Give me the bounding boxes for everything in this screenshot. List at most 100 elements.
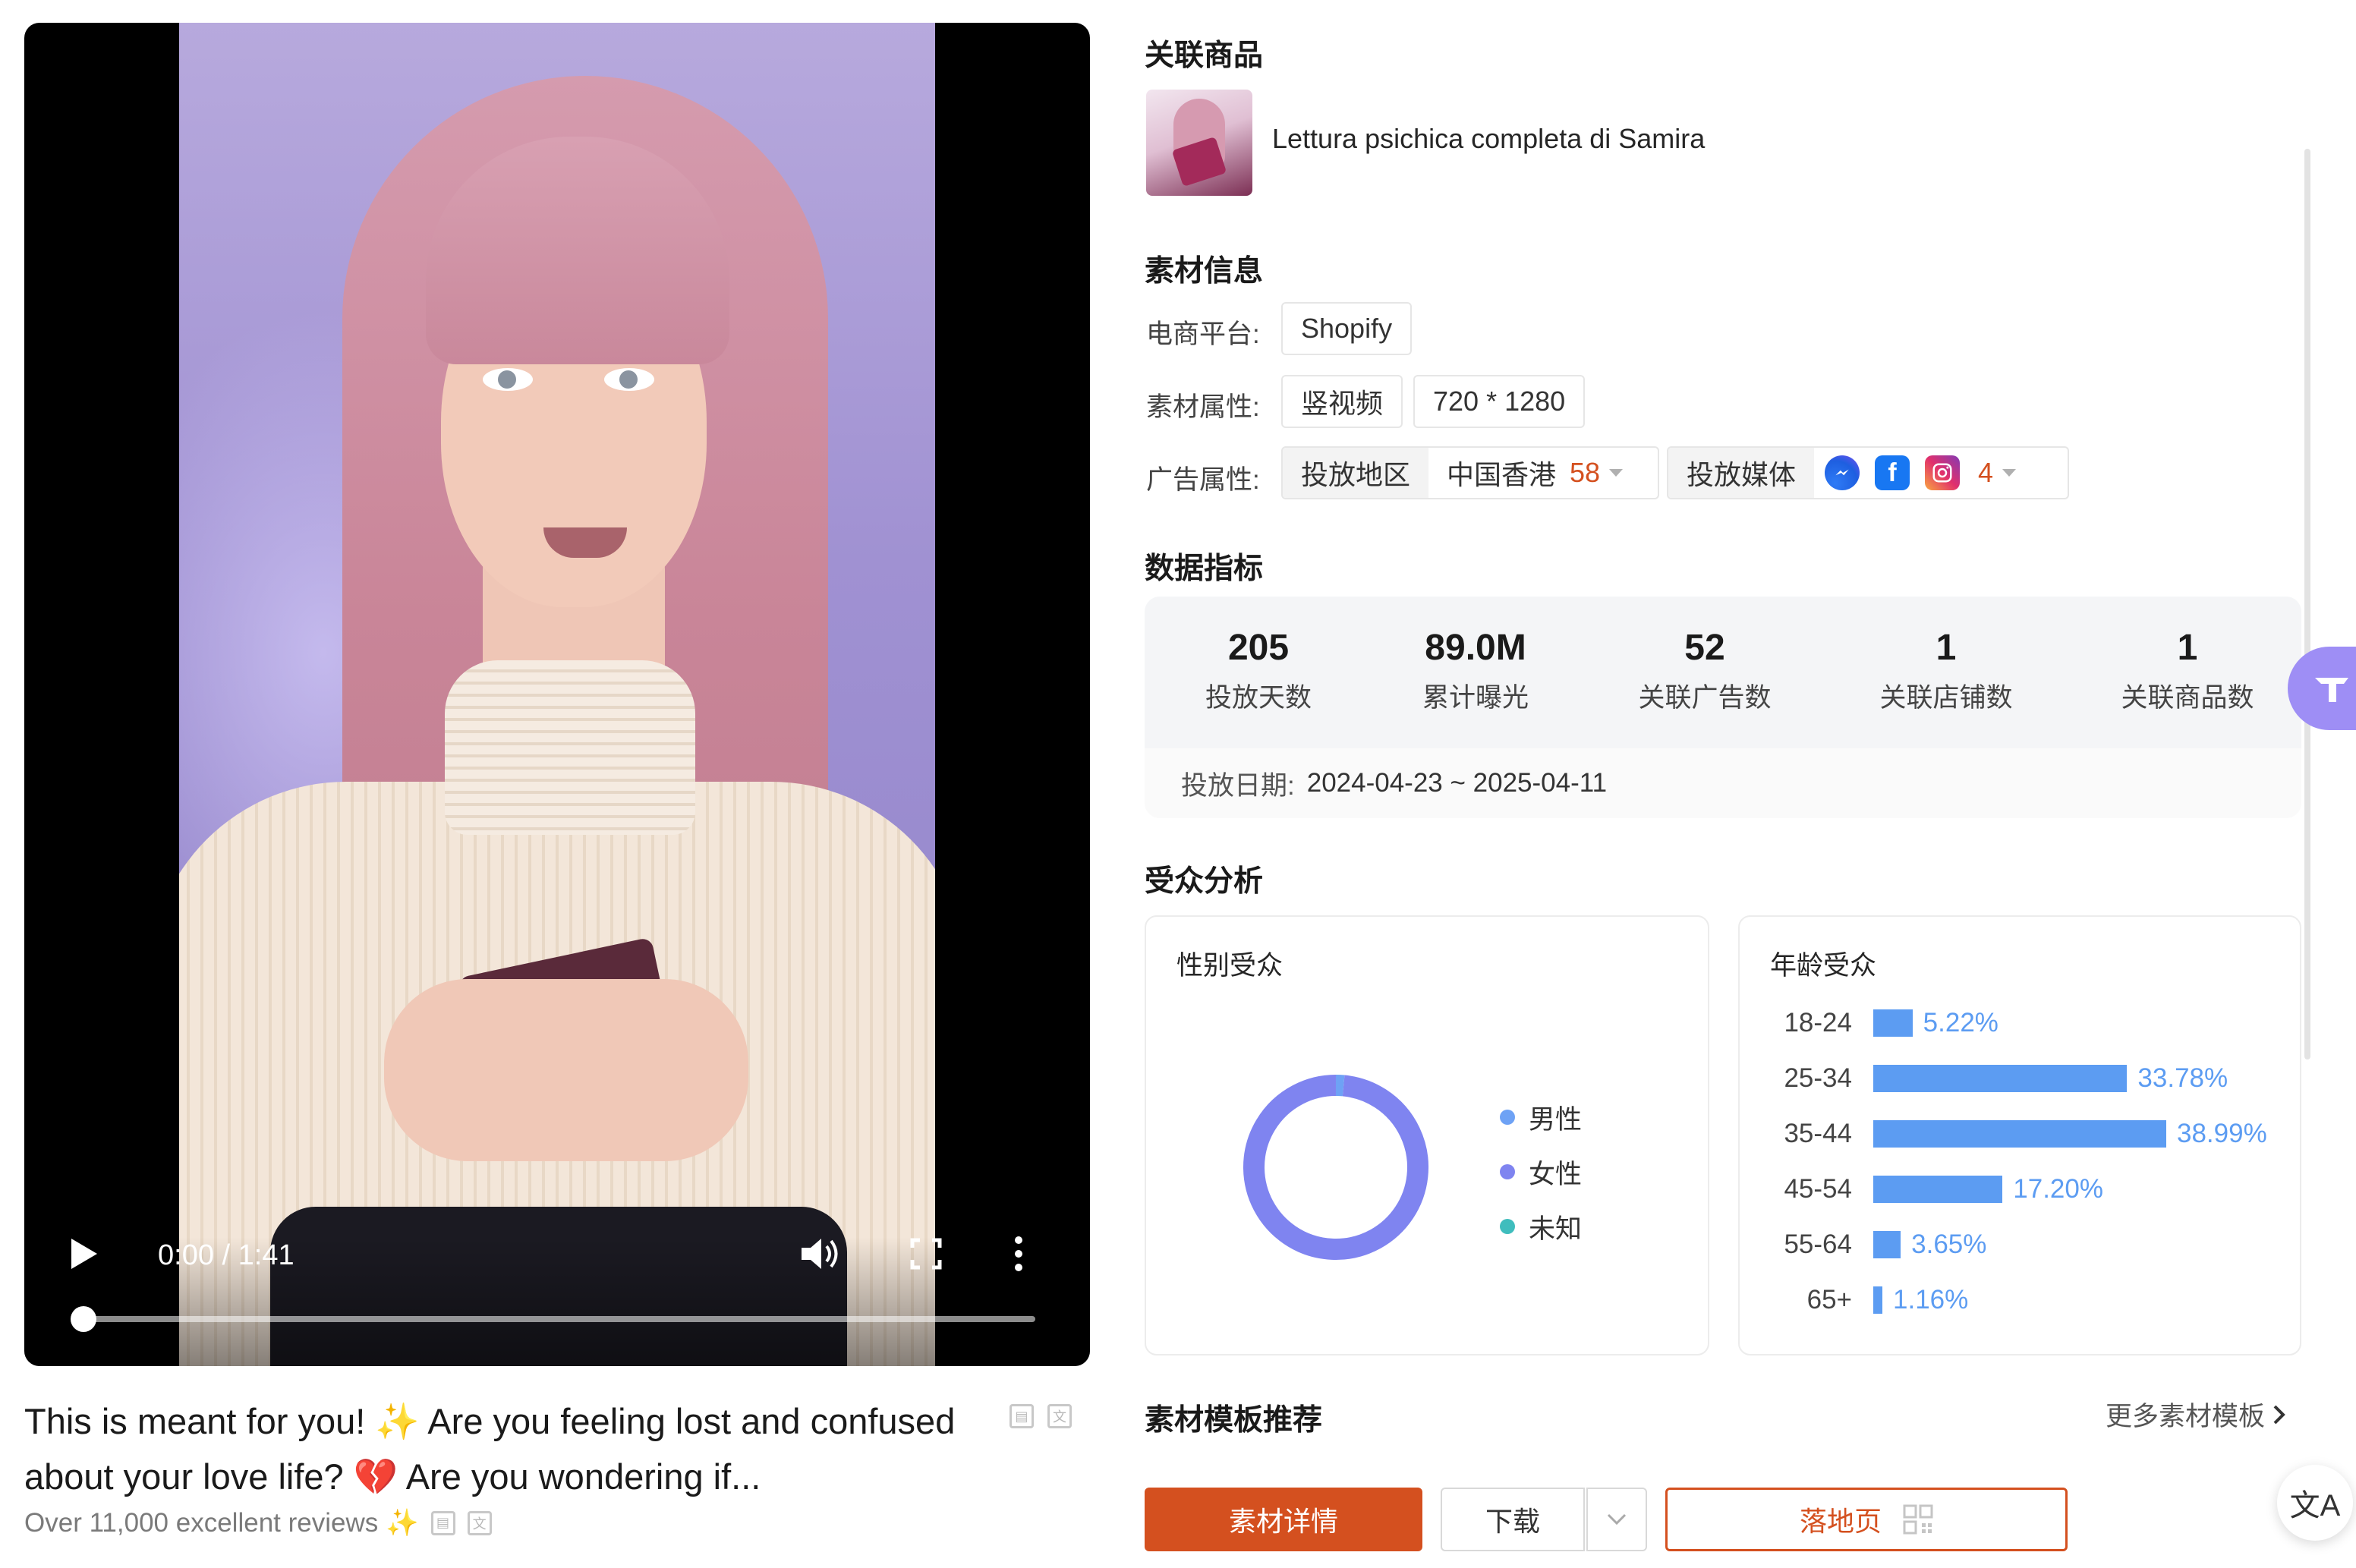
subcaption-text: Over 11,000 excellent reviews ✨ [24,1508,419,1538]
age-bar [1873,1231,1901,1258]
translate-icon[interactable]: 文 [1047,1404,1072,1428]
landing-page-label: 落地页 [1799,1506,1882,1537]
region-label: 投放地区 [1283,448,1429,498]
legend-dot [1500,1219,1515,1234]
copy-icon[interactable]: ▤ [430,1510,455,1535]
volume-icon[interactable] [798,1234,841,1274]
resolution-chip: 720 * 1280 [1413,375,1586,428]
download-options-button[interactable] [1586,1488,1647,1551]
duration: 1:41 [238,1239,294,1271]
age-bar [1873,1286,1882,1314]
metric-value: 205 [1227,628,1290,668]
age-value-label: 33.78% [2137,1063,2228,1093]
material-detail-button[interactable]: 素材详情 [1145,1488,1422,1551]
product-thumbnail[interactable] [1146,90,1252,196]
legend-dot [1500,1110,1515,1125]
age-label: 45-54 [1784,1174,1852,1204]
gender-card: 性别受众 男性 女性 未知 [1145,915,1709,1355]
platform-label: 电商平台: [1146,320,1260,349]
age-bar [1873,1176,2003,1203]
age-label: 65+ [1806,1285,1852,1315]
age-bar [1873,1009,1913,1037]
age-bar [1873,1065,2128,1092]
legend-label: 未知 [1529,1214,1583,1244]
landing-page-button[interactable]: 落地页 [1665,1488,2068,1551]
age-bar [1873,1120,2166,1148]
current-time: 0:00 [158,1239,214,1271]
gender-legend: 男性 女性 未知 [1500,1090,1582,1254]
metric-impressions: 89.0M 累计曝光 [1362,627,1589,715]
caption-tools: ▤ 文 [1009,1404,1072,1428]
download-button[interactable]: 下载 [1441,1488,1585,1551]
copy-icon[interactable]: ▤ [1009,1404,1034,1428]
video-frame [179,23,935,1366]
metric-label: 投放天数 [1205,683,1312,713]
video-player[interactable]: 0:00 / 1:41 [24,23,1090,1366]
age-label: 35-44 [1784,1119,1852,1148]
legend-item-female: 女性 [1500,1145,1582,1199]
region-value-cell[interactable]: 中国香港 58 [1428,448,1641,498]
metric-ads[interactable]: 52 关联广告数 [1591,627,1819,715]
region-chip[interactable]: 投放地区 中国香港 58 [1281,446,1659,499]
media-count: 4 [1978,457,1994,488]
platform-chip: Shopify [1281,302,1413,355]
legend-label: 男性 [1529,1104,1583,1135]
chevron-down-icon [1607,1513,1627,1525]
panel-scrollbar[interactable] [2304,149,2310,1060]
play-icon[interactable] [68,1237,99,1270]
metric-value: 52 [1684,628,1725,668]
format-chip: 竖视频 [1281,375,1403,428]
fullscreen-icon[interactable] [909,1237,943,1270]
date-range: 2024-04-23 ~ 2025-04-11 [1306,768,1608,798]
metric-label: 关联店铺数 [1879,683,2013,713]
media-label: 投放媒体 [1668,448,1815,498]
donut-slice-女性 [1243,1075,1428,1260]
metric-products[interactable]: 1 关联商品数 [2074,627,2301,715]
media-icons[interactable]: f 4 [1814,448,2034,498]
metric-label: 累计曝光 [1422,683,1529,713]
video-time: 0:00 / 1:41 [158,1239,294,1272]
age-value-label: 1.16% [1893,1285,1969,1315]
chevron-down-icon [1609,469,1624,477]
age-label: 18-24 [1784,1008,1852,1037]
more-templates-label: 更多素材模板 [2106,1402,2266,1431]
media-chip[interactable]: 投放媒体 f 4 [1667,446,2069,499]
ad-subcaption: Over 11,000 excellent reviews ✨ ▤ 文 [24,1507,492,1538]
chevron-down-icon [2002,469,2017,477]
more-options-icon[interactable] [1011,1234,1026,1274]
age-value-label: 38.99% [2177,1119,2267,1148]
more-templates-link[interactable]: 更多素材模板 [2106,1395,2286,1434]
legend-item-unknown: 未知 [1500,1199,1582,1254]
metric-days: 205 投放天数 [1145,627,1372,715]
time-separator: / [222,1239,231,1271]
ad-caption: This is meant for you! ✨ Are you feeling… [24,1401,956,1497]
chevron-right-icon [2273,1405,2285,1424]
ad-attr-label: 广告属性: [1146,465,1260,495]
metrics-panel: 205 投放天数 89.0M 累计曝光 52 关联广告数 1 关联店铺数 1 关… [1145,597,2301,748]
attr-label: 素材属性: [1146,392,1260,422]
metric-stores[interactable]: 1 关联店铺数 [1832,627,2060,715]
date-range-row: 投放日期: 2024-04-23 ~ 2025-04-11 [1145,748,2301,818]
facebook-icon: f [1875,455,1910,490]
legend-dot [1500,1164,1515,1179]
messenger-icon [1825,455,1860,490]
region-value: 中国香港 [1447,459,1557,490]
translate-icon[interactable]: 文 [467,1510,492,1535]
age-value-label: 3.65% [1911,1230,1987,1259]
legend-item-male: 男性 [1500,1090,1582,1145]
material-info-title: 素材信息 [1145,255,1264,288]
age-label: 25-34 [1784,1063,1852,1093]
qr-code-icon [1903,1504,1933,1535]
translate-icon: 文A [2289,1489,2341,1522]
product-name[interactable]: Lettura psichica completa di Samira [1272,123,1705,155]
metric-label: 关联商品数 [2121,683,2254,713]
age-value-label: 17.20% [2013,1174,2103,1204]
related-product-title: 关联商品 [1145,39,1264,72]
metric-value: 1 [2177,628,2198,668]
translate-t-icon [2315,678,2348,702]
instagram-icon [1925,455,1961,490]
metric-label: 关联广告数 [1638,683,1772,713]
video-progress-bar[interactable] [71,1306,1035,1332]
metric-value: 1 [1936,628,1957,668]
page-translate-button[interactable]: 文A [2277,1465,2353,1541]
